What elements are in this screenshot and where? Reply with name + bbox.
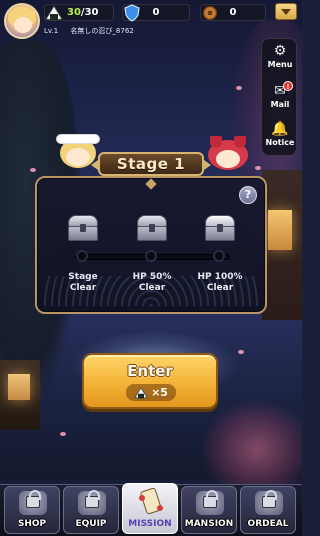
lock-icon <box>26 490 41 508</box>
gem-value: 0 <box>152 7 160 18</box>
player-avatar[interactable] <box>4 3 40 39</box>
enter-cost: ×5 <box>126 384 176 401</box>
enter-label: Enter <box>127 362 173 380</box>
petal <box>60 432 66 436</box>
progress-node <box>76 250 88 262</box>
reward-label-stage-clear: Stage Clear <box>68 272 98 293</box>
nav-shop-label: SHOP <box>17 519 47 529</box>
expand-dropdown-button[interactable] <box>275 3 297 20</box>
progress-node <box>213 250 225 262</box>
mail-button[interactable]: ✉ ! Mail <box>262 81 298 109</box>
nav-mansion[interactable]: MANSION <box>181 486 237 534</box>
petal <box>238 350 244 354</box>
gem-counter[interactable]: 0 <box>122 4 190 22</box>
top-bar: 30/30 0 0 Lv.1 名無しの忍び_8762 <box>0 0 302 40</box>
lock-icon <box>85 490 100 508</box>
ornate-chest-icon[interactable] <box>137 215 167 241</box>
coin-value: 0 <box>229 7 237 18</box>
player-level: Lv.1 <box>44 27 59 35</box>
player-info: Lv.1 名無しの忍び_8762 <box>44 26 144 36</box>
petal <box>236 86 242 90</box>
chibi-red-hair-girl <box>202 136 254 178</box>
mission-scroll-icon <box>139 487 165 517</box>
lock-icon <box>203 490 218 508</box>
notice-label: Notice <box>265 138 295 147</box>
stamina-current: 30 <box>67 7 81 18</box>
onigiri-icon <box>43 2 65 24</box>
nav-mission-label: MISSION <box>128 519 172 529</box>
stage-title: Stage 1 <box>91 152 211 176</box>
petal <box>255 166 261 170</box>
gear-icon: ⚙ <box>273 43 287 59</box>
nav-shop[interactable]: SHOP <box>4 486 60 534</box>
menu-button[interactable]: ⚙ Menu <box>262 43 298 69</box>
nav-mission[interactable]: MISSION <box>122 483 178 534</box>
stamina-max: /30 <box>80 7 99 18</box>
petal <box>30 168 36 172</box>
lock-icon <box>262 490 277 508</box>
mail-label: Mail <box>270 100 290 109</box>
progress-node <box>145 250 157 262</box>
enter-button[interactable]: Enter ×5 <box>82 353 218 409</box>
nav-ordeal-label: ORDEAL <box>247 519 289 529</box>
winged-chest-icon[interactable] <box>205 215 235 241</box>
help-button[interactable]: ? <box>239 186 257 204</box>
reward-label-hp100: HP 100% Clear <box>197 272 243 293</box>
enter-cost-value: ×5 <box>151 386 168 399</box>
nav-mansion-label: MANSION <box>184 519 234 529</box>
nav-equip[interactable]: EQUIP <box>63 486 119 534</box>
notice-button[interactable]: 🔔 Notice <box>262 121 298 147</box>
mail-notification-badge: ! <box>283 81 293 91</box>
nav-ordeal[interactable]: ORDEAL <box>240 486 296 534</box>
coin-counter[interactable]: 0 <box>200 4 266 21</box>
menu-label: Menu <box>267 60 293 69</box>
chibi-blonde-maid <box>52 134 102 178</box>
lantern-house-right <box>262 170 302 320</box>
reward-label-hp50: HP 50% Clear <box>132 272 172 293</box>
bell-icon: 🔔 <box>271 121 289 137</box>
nav-equip-label: EQUIP <box>75 519 107 529</box>
onigiri-icon <box>134 386 148 399</box>
side-menu: ⚙ Menu ✉ ! Mail 🔔 Notice <box>261 38 297 156</box>
player-name: 名無しの忍び_8762 <box>70 27 134 35</box>
silver-chest-icon[interactable] <box>68 215 98 241</box>
stamina-counter[interactable]: 30/30 <box>44 4 114 21</box>
